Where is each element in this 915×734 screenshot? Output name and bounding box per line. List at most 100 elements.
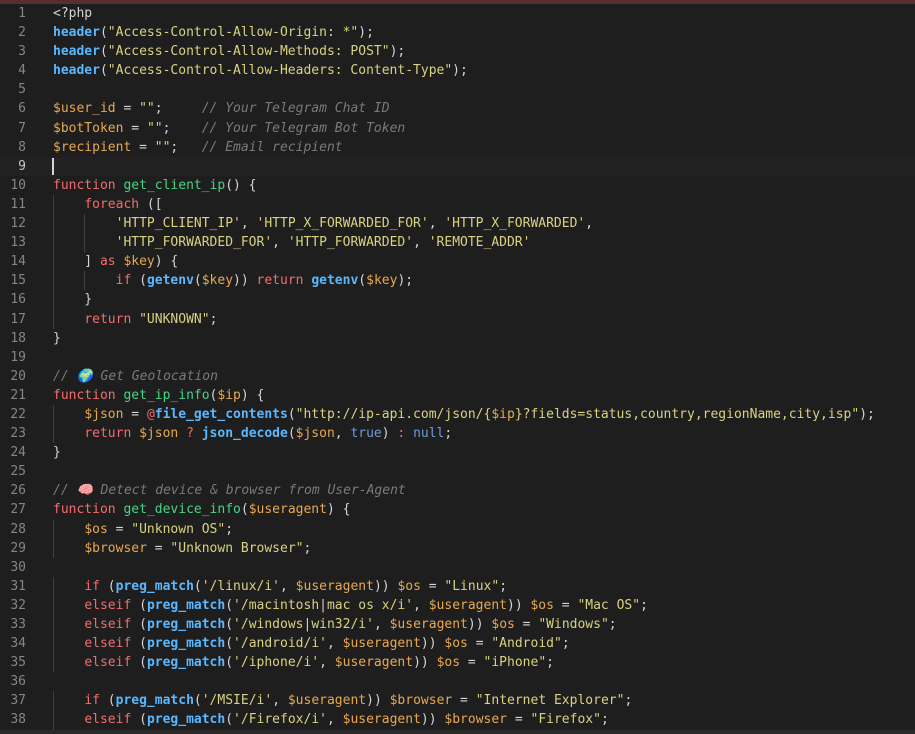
code-token: $json	[84, 406, 124, 422]
code-token: $useragent	[248, 502, 327, 518]
code-token: $recipient	[53, 139, 132, 155]
code-line[interactable]: 35 elseif (preg_match('/iphone/i', $user…	[0, 653, 915, 673]
code-token: ,	[272, 693, 288, 709]
code-line[interactable]: 30	[0, 558, 915, 577]
code-line[interactable]: 4 header("Access-Control-Allow-Headers: C…	[0, 61, 915, 80]
code-line[interactable]: 22 $json = @file_get_contents("http://ip…	[0, 404, 915, 425]
code-line[interactable]: 37 if (preg_match('/MSIE/i', $useragent)…	[0, 691, 915, 711]
code-line[interactable]: 3 header("Access-Control-Allow-Methods: P…	[0, 42, 915, 61]
code-token: (	[225, 617, 234, 632]
line-text: }	[53, 290, 92, 309]
code-token: if	[84, 578, 100, 594]
code-line[interactable]: 8 $recipient = ""; // Email recipient	[0, 138, 915, 157]
code-token: mac os x/i'	[326, 597, 414, 613]
code-token: foreach	[84, 196, 140, 212]
code-line[interactable]: 11 foreach ([	[0, 194, 915, 215]
code-token: "Access-Control-Allow-Methods: POST"	[107, 44, 390, 60]
code-editor[interactable]: 1 <?php 2 header("Access-Control-Allow-Orig…	[0, 0, 915, 734]
code-line[interactable]: 27 function get_device_info($useragent) {	[0, 500, 915, 519]
code-token: $os	[436, 655, 461, 671]
code-line[interactable]: 25	[0, 462, 915, 481]
code-line[interactable]: 19	[0, 348, 915, 367]
code-line[interactable]: 32 elseif (preg_match('/macintosh|mac os…	[0, 595, 915, 615]
code-line[interactable]: 33 elseif (preg_match('/windows|win32/i'…	[0, 615, 915, 635]
text-cursor	[52, 157, 54, 175]
horizontal-scrollbar[interactable]	[0, 730, 915, 734]
code-token: $os	[397, 578, 421, 594]
line-number: 9	[18, 158, 26, 174]
line-number: 12	[10, 216, 26, 232]
code-token: $browser	[444, 712, 508, 728]
code-line[interactable]: 14 ] as $key) {	[0, 252, 915, 272]
code-token: ,	[326, 636, 343, 652]
code-token: ))	[366, 693, 390, 709]
code-token: (	[131, 617, 147, 632]
code-line[interactable]: 21 function get_ip_info($ip) {	[0, 386, 915, 405]
code-token: // Your Telegram Chat ID	[201, 101, 390, 117]
code-token: ;	[154, 101, 202, 117]
code-line[interactable]: 7 $botToken = ""; // Your Telegram Bot To…	[0, 119, 915, 138]
code-token: ;	[546, 655, 554, 671]
code-line[interactable]: 20 // 🌍 Get Geolocation	[0, 367, 915, 386]
code-line[interactable]: 9	[0, 156, 915, 176]
code-line[interactable]: 26 // 🧠 Detect device & browser from User…	[0, 481, 915, 500]
line-number: 25	[10, 464, 26, 480]
code-token: ,	[413, 235, 429, 251]
code-line[interactable]: 5	[0, 80, 915, 99]
code-line[interactable]: 17 return "UNKNOWN";	[0, 309, 915, 329]
line-number: 8	[18, 139, 26, 155]
code-token: |	[319, 597, 327, 613]
code-token: get_ip_info	[123, 387, 210, 403]
line-text: function get_ip_info($ip) {	[53, 386, 264, 405]
code-token: =	[146, 540, 171, 556]
code-token: elseif	[84, 636, 132, 652]
code-token: (	[131, 636, 147, 652]
code-line[interactable]: 38 elseif (preg_match('/Firefox/i', $use…	[0, 710, 915, 730]
code-token: return	[84, 311, 132, 327]
code-token: $useragent	[389, 617, 468, 632]
line-text: header("Access-Control-Allow-Headers: Co…	[53, 61, 468, 80]
code-token: $useragent	[428, 597, 507, 613]
code-token: ))	[467, 617, 492, 632]
code-line[interactable]: 31 if (preg_match('/linux/i', $useragent…	[0, 576, 915, 596]
code-token: preg_match	[115, 578, 194, 594]
code-token: (	[193, 578, 202, 594]
line-number: 3	[18, 44, 26, 60]
code-line[interactable]: 10 function get_client_ip() {	[0, 176, 915, 195]
code-token: ;	[608, 617, 617, 632]
line-text: <?php	[53, 4, 92, 23]
code-line[interactable]: 15 if (getenv($key)) return getenv($key)…	[0, 271, 915, 291]
code-line[interactable]: 12 'HTTP_CLIENT_IP', 'HTTP_X_FORWARDED_F…	[0, 214, 915, 234]
code-token: '/windows	[233, 617, 304, 632]
code-line[interactable]: 23 return $json ? json_decode($json, tru…	[0, 424, 915, 444]
code-line[interactable]: 34 elseif (preg_match('/android/i', $use…	[0, 634, 915, 654]
line-text: if (preg_match('/linux/i', $useragent)) …	[53, 577, 507, 596]
code-area[interactable]: 1 <?php 2 header("Access-Control-Allow-Orig…	[0, 4, 915, 730]
code-line[interactable]: 2 header("Access-Control-Allow-Origin: *"…	[0, 23, 915, 42]
code-token: function	[53, 502, 116, 518]
code-token: 'HTTP_FORWARDED_FOR'	[115, 235, 273, 251]
code-line[interactable]: 16 }	[0, 290, 915, 310]
code-line[interactable]: 18}	[0, 329, 915, 348]
code-token: $os	[84, 521, 108, 537]
code-line[interactable]: 29 $browser = "Unknown Browser";	[0, 538, 915, 558]
code-line[interactable]: 28 $os = "Unknown OS";	[0, 519, 915, 539]
code-line[interactable]: 1 <?php	[0, 4, 915, 23]
code-line[interactable]: 24}	[0, 443, 915, 462]
code-token: $os	[491, 617, 515, 632]
code-line[interactable]: 13 'HTTP_FORWARDED_FOR', 'HTTP_FORWARDED…	[0, 233, 915, 253]
code-line[interactable]: 36	[0, 672, 915, 691]
code-token: ) {	[326, 502, 351, 518]
line-number: 23	[10, 426, 26, 442]
code-token: getenv	[311, 273, 359, 289]
code-token: return	[84, 426, 132, 442]
code-line[interactable]: 6 $user_id = ""; // Your Telegram Chat ID	[0, 99, 915, 118]
line-number: 1	[18, 6, 26, 21]
code-token: 'REMOTE_ADDR'	[428, 235, 531, 251]
line-number: 31	[10, 578, 26, 594]
code-token: (	[193, 693, 202, 709]
code-token: $key	[366, 273, 398, 289]
